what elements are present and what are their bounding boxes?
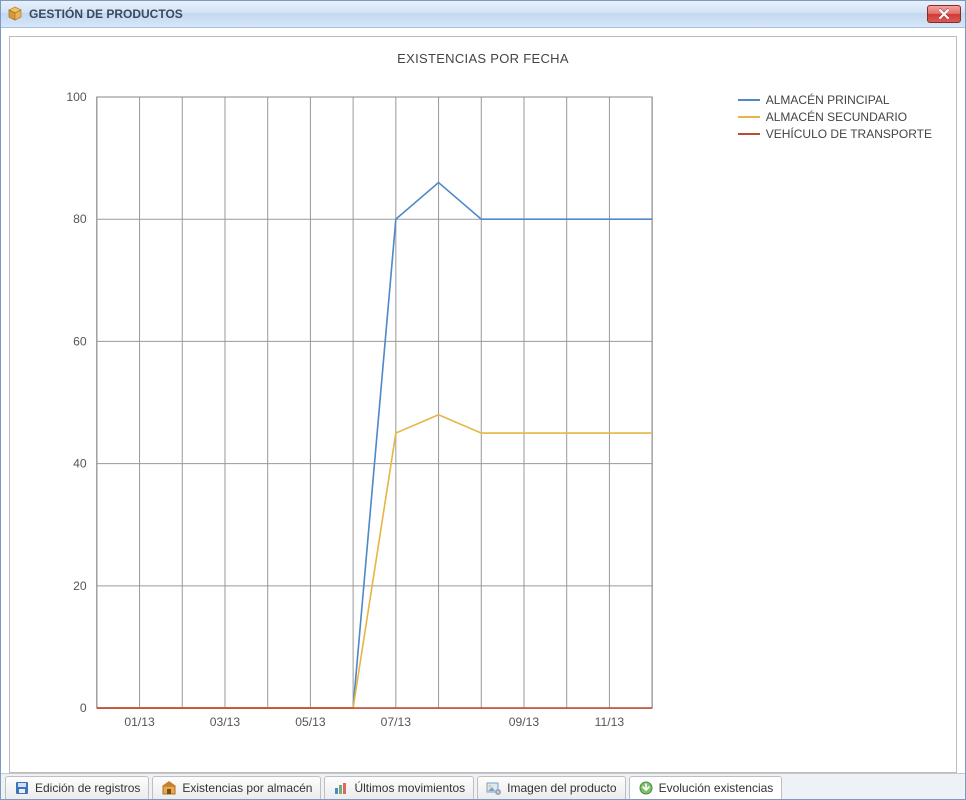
svg-text:09/13: 09/13 — [509, 715, 540, 729]
svg-text:05/13: 05/13 — [295, 715, 326, 729]
chart-panel: EXISTENCIAS POR FECHA ALMACÉN PRINCIPAL … — [9, 36, 957, 773]
chart-title: EXISTENCIAS POR FECHA — [10, 37, 956, 66]
tab-label: Últimos movimientos — [354, 781, 465, 795]
svg-text:01/13: 01/13 — [124, 715, 155, 729]
chart-svg: 0 20 40 60 80 100 01/13 03/13 05/13 07/13 09/13 11/… — [34, 89, 946, 748]
warehouse-icon — [161, 780, 177, 796]
svg-text:100: 100 — [66, 90, 87, 104]
app-icon — [7, 6, 23, 22]
svg-text:03/13: 03/13 — [210, 715, 241, 729]
tab-label: Edición de registros — [35, 781, 140, 795]
tab-ultimos-movimientos[interactable]: Últimos movimientos — [324, 776, 474, 799]
svg-text:60: 60 — [73, 334, 87, 348]
svg-text:20: 20 — [73, 579, 87, 593]
titlebar: GESTIÓN DE PRODUCTOS — [1, 1, 965, 28]
svg-text:0: 0 — [80, 701, 87, 715]
close-button[interactable] — [927, 5, 961, 23]
svg-text:07/13: 07/13 — [381, 715, 412, 729]
svg-text:40: 40 — [73, 457, 87, 471]
tab-existencias-almacen[interactable]: Existencias por almacén — [152, 776, 321, 799]
svg-text:11/13: 11/13 — [595, 715, 625, 729]
content-area: EXISTENCIAS POR FECHA ALMACÉN PRINCIPAL … — [1, 28, 965, 773]
bar-chart-icon — [333, 780, 349, 796]
tab-label: Imagen del producto — [507, 781, 616, 795]
save-disk-icon — [14, 780, 30, 796]
window-title: GESTIÓN DE PRODUCTOS — [29, 7, 927, 21]
chart-down-icon — [638, 780, 654, 796]
tab-evolucion-existencias[interactable]: Evolución existencias — [629, 776, 783, 799]
bottom-tabbar: Edición de registros Existencias por alm… — [1, 773, 965, 799]
tab-imagen-producto[interactable]: Imagen del producto — [477, 776, 625, 799]
chart-plot-area: 0 20 40 60 80 100 01/13 03/13 05/13 07/13 09/13 11/… — [34, 89, 946, 748]
tab-label: Existencias por almacén — [182, 781, 312, 795]
tab-edicion-registros[interactable]: Edición de registros — [5, 776, 149, 799]
svg-text:80: 80 — [73, 212, 87, 226]
tab-label: Evolución existencias — [659, 781, 774, 795]
app-window: GESTIÓN DE PRODUCTOS EXISTENCIAS POR FEC… — [0, 0, 966, 800]
image-gear-icon — [486, 780, 502, 796]
